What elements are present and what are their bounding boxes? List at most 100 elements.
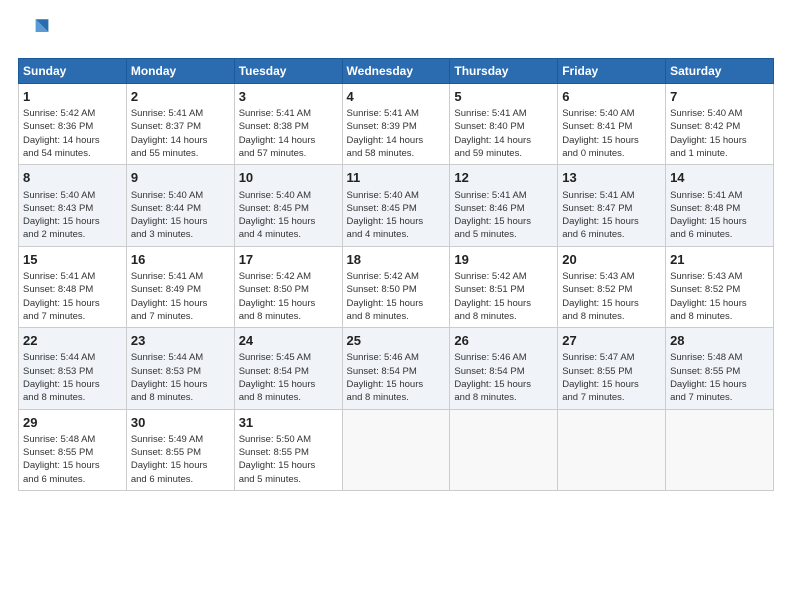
cell-line: Daylight: 15 hours <box>131 459 230 472</box>
cell-line: and 8 minutes. <box>347 310 446 323</box>
cell-line: Sunset: 8:48 PM <box>23 283 122 296</box>
calendar-cell: 24Sunrise: 5:45 AMSunset: 8:54 PMDayligh… <box>234 328 342 409</box>
cell-line: Daylight: 15 hours <box>23 378 122 391</box>
day-number: 10 <box>239 169 338 187</box>
cell-line: Sunset: 8:47 PM <box>562 202 661 215</box>
day-number: 4 <box>347 88 446 106</box>
cell-line: Sunset: 8:42 PM <box>670 120 769 133</box>
day-number: 17 <box>239 251 338 269</box>
cell-line: and 6 minutes. <box>670 228 769 241</box>
cell-line: Sunset: 8:43 PM <box>23 202 122 215</box>
cell-line: Sunrise: 5:42 AM <box>454 270 553 283</box>
cell-line: Daylight: 15 hours <box>131 378 230 391</box>
cell-line: Daylight: 15 hours <box>23 459 122 472</box>
cell-line: Sunrise: 5:41 AM <box>670 189 769 202</box>
cell-line: Sunrise: 5:41 AM <box>454 107 553 120</box>
cell-line: Sunrise: 5:48 AM <box>23 433 122 446</box>
week-row-4: 29Sunrise: 5:48 AMSunset: 8:55 PMDayligh… <box>19 409 774 490</box>
cell-line: Sunset: 8:49 PM <box>131 283 230 296</box>
calendar-cell: 12Sunrise: 5:41 AMSunset: 8:46 PMDayligh… <box>450 165 558 246</box>
calendar-cell: 9Sunrise: 5:40 AMSunset: 8:44 PMDaylight… <box>126 165 234 246</box>
cell-line: Daylight: 15 hours <box>454 378 553 391</box>
calendar-cell: 11Sunrise: 5:40 AMSunset: 8:45 PMDayligh… <box>342 165 450 246</box>
day-number: 9 <box>131 169 230 187</box>
cell-line: and 2 minutes. <box>23 228 122 241</box>
day-number: 20 <box>562 251 661 269</box>
day-number: 2 <box>131 88 230 106</box>
calendar-cell: 6Sunrise: 5:40 AMSunset: 8:41 PMDaylight… <box>558 84 666 165</box>
cell-line: Daylight: 15 hours <box>562 297 661 310</box>
cell-line: Daylight: 15 hours <box>670 378 769 391</box>
cell-line: Sunset: 8:45 PM <box>239 202 338 215</box>
cell-line: Sunrise: 5:43 AM <box>670 270 769 283</box>
cell-line: and 55 minutes. <box>131 147 230 160</box>
cell-line: Daylight: 15 hours <box>239 215 338 228</box>
day-number: 30 <box>131 414 230 432</box>
cell-line: Sunset: 8:55 PM <box>131 446 230 459</box>
cell-line: Sunrise: 5:45 AM <box>239 351 338 364</box>
calendar-cell: 4Sunrise: 5:41 AMSunset: 8:39 PMDaylight… <box>342 84 450 165</box>
calendar-table: SundayMondayTuesdayWednesdayThursdayFrid… <box>18 58 774 491</box>
cell-line: Sunset: 8:38 PM <box>239 120 338 133</box>
cell-line: Daylight: 15 hours <box>131 297 230 310</box>
cell-line: Sunset: 8:40 PM <box>454 120 553 133</box>
day-number: 25 <box>347 332 446 350</box>
day-header-sunday: Sunday <box>19 59 127 84</box>
cell-line: and 6 minutes. <box>562 228 661 241</box>
cell-line: Sunset: 8:54 PM <box>454 365 553 378</box>
cell-line: Sunset: 8:55 PM <box>670 365 769 378</box>
cell-line: Sunrise: 5:42 AM <box>347 270 446 283</box>
day-number: 19 <box>454 251 553 269</box>
cell-line: Sunrise: 5:47 AM <box>562 351 661 364</box>
day-header-friday: Friday <box>558 59 666 84</box>
cell-line: and 8 minutes. <box>454 310 553 323</box>
calendar-cell: 16Sunrise: 5:41 AMSunset: 8:49 PMDayligh… <box>126 246 234 327</box>
header <box>18 16 774 48</box>
day-number: 16 <box>131 251 230 269</box>
cell-line: Sunrise: 5:41 AM <box>454 189 553 202</box>
calendar-cell: 8Sunrise: 5:40 AMSunset: 8:43 PMDaylight… <box>19 165 127 246</box>
cell-line: Daylight: 15 hours <box>239 378 338 391</box>
calendar-cell: 3Sunrise: 5:41 AMSunset: 8:38 PMDaylight… <box>234 84 342 165</box>
cell-line: Sunrise: 5:41 AM <box>562 189 661 202</box>
cell-line: Sunset: 8:54 PM <box>239 365 338 378</box>
cell-line: Sunrise: 5:44 AM <box>23 351 122 364</box>
calendar-cell: 23Sunrise: 5:44 AMSunset: 8:53 PMDayligh… <box>126 328 234 409</box>
calendar-cell: 28Sunrise: 5:48 AMSunset: 8:55 PMDayligh… <box>666 328 774 409</box>
cell-line: Sunset: 8:55 PM <box>562 365 661 378</box>
cell-line: Sunset: 8:36 PM <box>23 120 122 133</box>
cell-line: Sunrise: 5:41 AM <box>131 107 230 120</box>
day-header-tuesday: Tuesday <box>234 59 342 84</box>
cell-line: and 8 minutes. <box>239 310 338 323</box>
cell-line: and 6 minutes. <box>23 473 122 486</box>
day-number: 18 <box>347 251 446 269</box>
cell-line: Sunrise: 5:40 AM <box>347 189 446 202</box>
day-number: 14 <box>670 169 769 187</box>
cell-line: Sunset: 8:54 PM <box>347 365 446 378</box>
day-number: 1 <box>23 88 122 106</box>
calendar-cell: 20Sunrise: 5:43 AMSunset: 8:52 PMDayligh… <box>558 246 666 327</box>
cell-line: and 8 minutes. <box>239 391 338 404</box>
calendar-cell: 18Sunrise: 5:42 AMSunset: 8:50 PMDayligh… <box>342 246 450 327</box>
cell-line: Sunrise: 5:49 AM <box>131 433 230 446</box>
day-number: 12 <box>454 169 553 187</box>
day-number: 11 <box>347 169 446 187</box>
cell-line: and 1 minute. <box>670 147 769 160</box>
cell-line: Daylight: 15 hours <box>347 215 446 228</box>
cell-line: and 7 minutes. <box>670 391 769 404</box>
cell-line: and 7 minutes. <box>131 310 230 323</box>
cell-line: Daylight: 14 hours <box>347 134 446 147</box>
calendar-cell: 10Sunrise: 5:40 AMSunset: 8:45 PMDayligh… <box>234 165 342 246</box>
cell-line: Sunrise: 5:48 AM <box>670 351 769 364</box>
day-number: 21 <box>670 251 769 269</box>
cell-line: Sunrise: 5:46 AM <box>454 351 553 364</box>
week-row-0: 1Sunrise: 5:42 AMSunset: 8:36 PMDaylight… <box>19 84 774 165</box>
calendar-cell: 19Sunrise: 5:42 AMSunset: 8:51 PMDayligh… <box>450 246 558 327</box>
cell-line: Daylight: 15 hours <box>239 297 338 310</box>
cell-line: and 8 minutes. <box>347 391 446 404</box>
cell-line: Daylight: 15 hours <box>454 297 553 310</box>
calendar-cell: 26Sunrise: 5:46 AMSunset: 8:54 PMDayligh… <box>450 328 558 409</box>
cell-line: and 7 minutes. <box>562 391 661 404</box>
cell-line: Sunset: 8:53 PM <box>131 365 230 378</box>
cell-line: and 3 minutes. <box>131 228 230 241</box>
